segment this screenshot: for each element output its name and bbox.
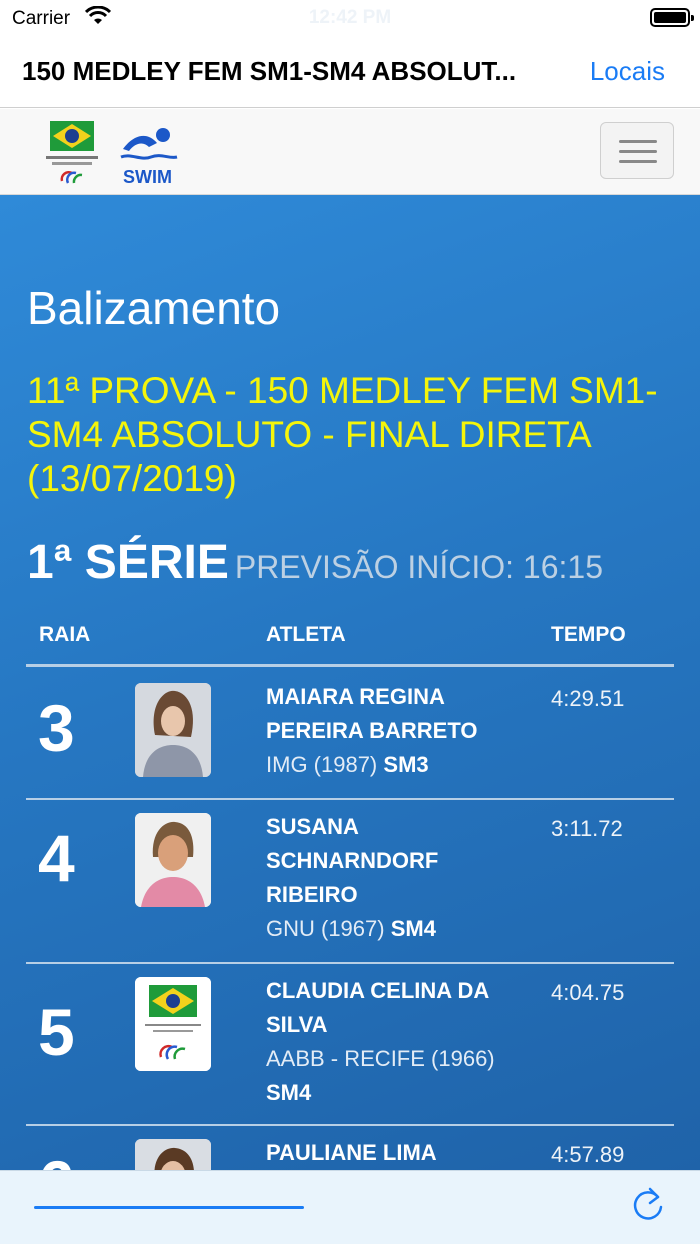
athlete-class: SM4 [390, 916, 436, 941]
site-header: SWIM [0, 109, 700, 195]
athlete-photo [135, 813, 211, 907]
column-athlete: ATLETA [266, 623, 346, 646]
athlete-club: GNU (1967) [266, 916, 385, 941]
athlete-club: AABB - RECIFE (1966) [266, 1046, 495, 1071]
entry-time: 3:11.72 [551, 816, 623, 841]
lane-number: 6 [38, 1146, 75, 1170]
table-row[interactable]: 4 SUSANA SCHNARNDORF RIBEIRO GNU (1967) … [26, 800, 674, 964]
cpb-logo-icon [135, 977, 211, 1071]
status-bar: Carrier 12:42 PM [0, 0, 700, 36]
clock: 12:42 PM [308, 7, 392, 28]
portrait-woman-icon [135, 683, 211, 777]
swim-logo[interactable]: SWIM [117, 123, 179, 187]
lane-number: 5 [38, 995, 75, 1069]
athlete-photo [135, 977, 211, 1071]
entry-time: 4:57.89 [551, 1142, 625, 1167]
locais-button[interactable]: Locais [590, 56, 665, 87]
athlete-info: CLAUDIA CELINA DA SILVA AABB - RECIFE (1… [266, 974, 536, 1110]
main-content: Balizamento 11ª PROVA - 150 MEDLEY FEM S… [0, 195, 700, 1170]
menu-button[interactable] [600, 122, 674, 179]
athlete-info: PAULIANE LIMA [266, 1136, 536, 1170]
athlete-info: MAIARA REGINA PEREIRA BARRETO IMG (1987)… [266, 680, 536, 782]
athlete-name: PAULIANE LIMA [266, 1140, 437, 1165]
section-title: Balizamento [27, 282, 281, 334]
loading-progress-bar [34, 1206, 304, 1209]
swimmer-icon: SWIM [120, 128, 178, 187]
entry-time: 4:04.75 [551, 980, 625, 1005]
athlete-name: CLAUDIA CELINA DA SILVA [266, 978, 489, 1037]
lane-number: 4 [38, 821, 75, 895]
athlete-name: SUSANA SCHNARNDORF RIBEIRO [266, 814, 439, 907]
swim-logo-text: SWIM [123, 167, 172, 187]
browser-toolbar [0, 1170, 700, 1244]
athlete-club: IMG (1987) [266, 752, 378, 777]
hamburger-line [619, 140, 657, 143]
athlete-name: MAIARA REGINA PEREIRA BARRETO [266, 684, 478, 743]
page-title: 150 MEDLEY FEM SM1-SM4 ABSOLUT... [22, 56, 517, 86]
portrait-woman-icon [135, 813, 211, 907]
start-forecast: PREVISÃO INÍCIO: 16:15 [234, 549, 603, 585]
column-time: TEMPO [551, 623, 626, 646]
hamburger-line [619, 150, 657, 153]
brazil-flag-icon [46, 121, 98, 184]
lane-number: 3 [38, 691, 75, 765]
table-row[interactable]: 6 PAULIANE LIMA 4:57.89 [26, 1126, 674, 1170]
table-header: RAIA ATLETA TEMPO [26, 621, 674, 667]
event-title: 11ª PROVA - 150 MEDLEY FEM SM1-SM4 ABSOL… [27, 370, 658, 499]
battery-icon [650, 8, 694, 27]
table-row[interactable]: 3 MAIARA REGINA PEREIRA BARRETO IMG (198… [26, 670, 674, 800]
navigation-bar: 150 MEDLEY FEM SM1-SM4 ABSOLUT... Locais [0, 36, 700, 108]
athlete-class: SM4 [266, 1080, 312, 1105]
cpb-logo[interactable] [42, 119, 102, 189]
table-row[interactable]: 5 CLAUDIA CELINA DA SILVA AABB - RECIFE … [26, 964, 674, 1126]
reload-icon[interactable] [628, 1185, 668, 1225]
athlete-info: SUSANA SCHNARNDORF RIBEIRO GNU (1967) SM… [266, 810, 536, 946]
portrait-woman-icon [135, 1139, 211, 1170]
series-heading: 1ª SÉRIE PREVISÃO INÍCIO: 16:15 [27, 535, 603, 590]
series-label: 1ª SÉRIE [27, 536, 229, 589]
athlete-photo [135, 1139, 211, 1170]
hamburger-line [619, 160, 657, 163]
column-lane: RAIA [39, 623, 91, 646]
athlete-photo [135, 683, 211, 777]
athlete-class: SM3 [383, 752, 429, 777]
entry-time: 4:29.51 [551, 686, 625, 711]
